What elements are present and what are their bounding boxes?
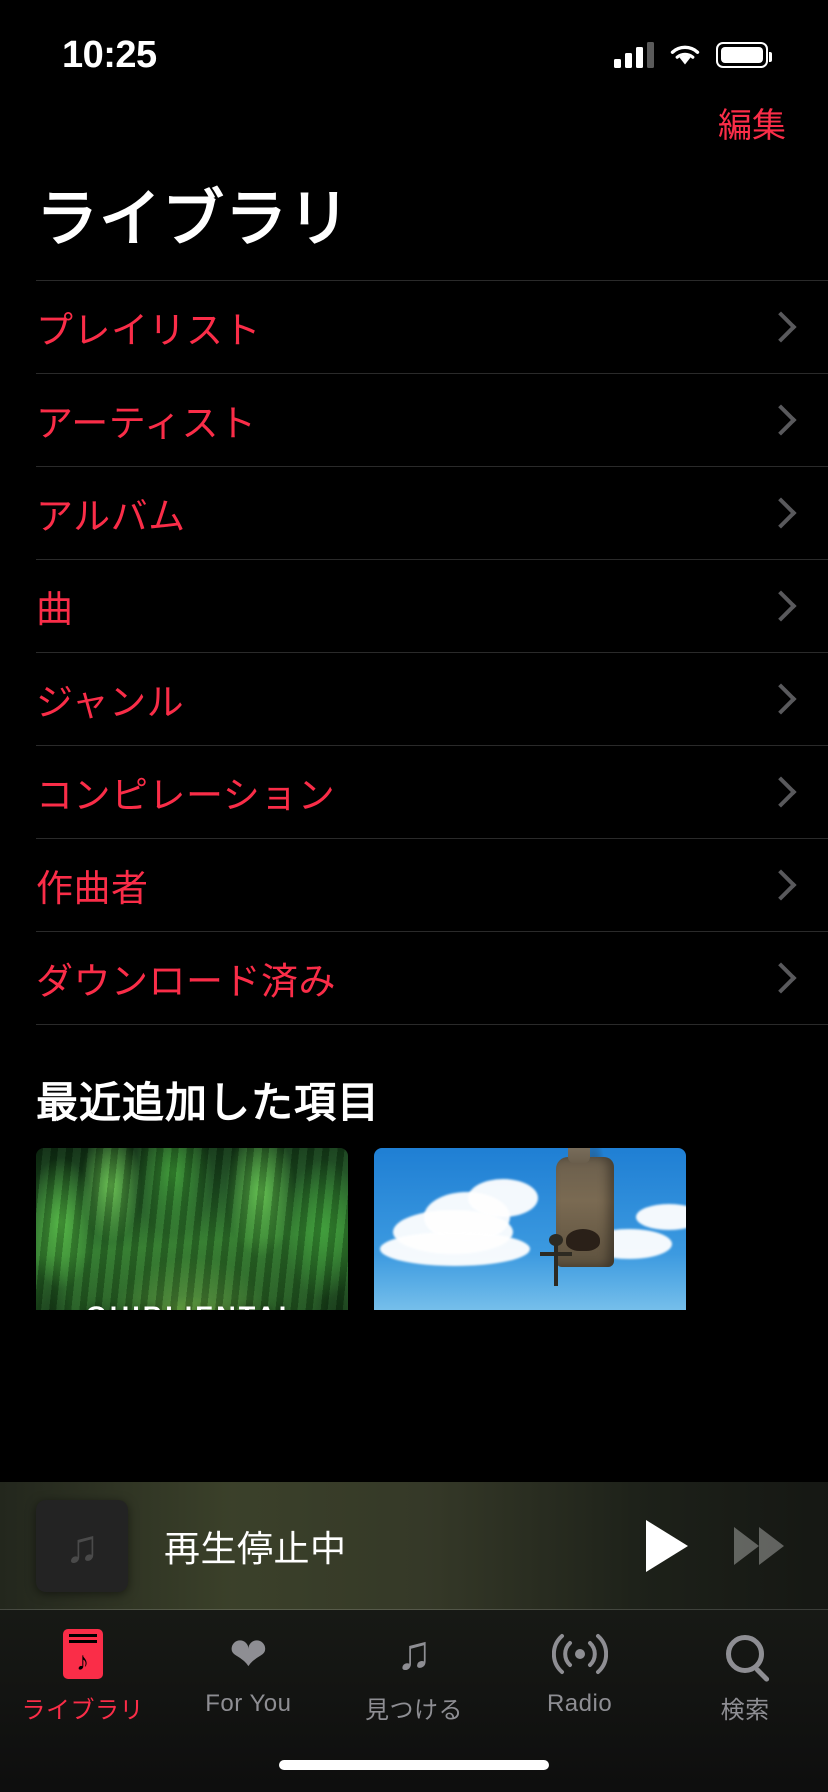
library-row-label: コンピレーション <box>36 775 336 816</box>
library-row-playlists[interactable]: プレイリスト <box>36 280 828 373</box>
library-row-label: ダウンロード済み <box>36 961 336 1002</box>
mini-player-controls <box>646 1519 784 1572</box>
tab-browse[interactable]: ♫ 見つける <box>331 1626 497 1725</box>
chevron-right-icon <box>768 868 788 902</box>
howls-moving-castle-album-art <box>374 1148 686 1310</box>
music-app-screen: 10:25 編集 ライブラリ プレイリスト アーティスト アルバム 曲 ジャンル… <box>0 0 828 1792</box>
tab-for-you[interactable]: ❤ For You <box>166 1626 332 1718</box>
library-row-composers[interactable]: 作曲者 <box>36 838 828 931</box>
album-card-ghibliental[interactable]: GHIBLIENTAL <box>36 1148 348 1310</box>
mini-player[interactable]: ♫ 再生停止中 <box>0 1482 828 1610</box>
music-note-icon: ♫ <box>64 1519 100 1572</box>
tab-bar: ♪ ライブラリ ❤ For You ♫ 見つける Radio 検索 <box>0 1610 828 1792</box>
library-row-artists[interactable]: アーティスト <box>36 373 828 466</box>
chevron-right-icon <box>768 589 788 623</box>
tab-label: Radio <box>546 1690 613 1717</box>
recently-added-title: 最近追加した項目 <box>36 1079 381 1126</box>
status-time: 10:25 <box>62 33 157 76</box>
chevron-right-icon <box>768 496 788 530</box>
scarecrow-icon <box>540 1233 573 1286</box>
tab-library[interactable]: ♪ ライブラリ <box>0 1626 166 1725</box>
library-row-label: アルバム <box>36 496 186 537</box>
tab-label: ライブラリ <box>21 1697 145 1724</box>
tab-radio[interactable]: Radio <box>497 1626 663 1718</box>
library-row-label: 曲 <box>36 589 74 630</box>
chevron-right-icon <box>768 775 788 809</box>
music-note-icon: ♫ <box>395 1627 432 1680</box>
tab-label: 検索 <box>720 1697 770 1724</box>
fast-forward-icon[interactable] <box>734 1526 784 1565</box>
page-title: ライブラリ <box>36 185 352 254</box>
library-row-compilations[interactable]: コンピレーション <box>36 745 828 838</box>
library-row-songs[interactable]: 曲 <box>36 559 828 652</box>
library-row-label: アーティスト <box>36 403 257 444</box>
mini-player-title: 再生停止中 <box>164 1527 347 1569</box>
library-category-list: プレイリスト アーティスト アルバム 曲 ジャンル コンピレーション 作曲者 ダ… <box>0 280 828 1025</box>
battery-icon <box>716 42 772 68</box>
library-row-label: プレイリスト <box>36 310 261 351</box>
chevron-right-icon <box>768 682 788 716</box>
library-row-label: ジャンル <box>36 682 185 723</box>
chevron-right-icon <box>768 961 788 995</box>
album-card-howls-moving-castle[interactable] <box>374 1148 686 1310</box>
library-icon: ♪ <box>62 1626 103 1682</box>
chevron-right-icon <box>768 310 788 344</box>
status-indicators <box>614 42 772 68</box>
cellular-signal-icon <box>614 42 654 68</box>
radio-waves-icon <box>551 1626 608 1682</box>
heart-icon: ❤ <box>229 1628 268 1680</box>
play-icon[interactable] <box>646 1519 688 1572</box>
wifi-icon <box>668 42 702 68</box>
edit-button[interactable]: 編集 <box>712 96 792 156</box>
mini-player-artwork[interactable]: ♫ <box>36 1499 128 1592</box>
tab-search[interactable]: 検索 <box>662 1626 828 1725</box>
library-row-albums[interactable]: アルバム <box>36 466 828 559</box>
chevron-right-icon <box>768 403 788 437</box>
album-art-title-text: GHIBLIENTAL <box>36 1301 348 1310</box>
tab-label: 見つける <box>364 1697 463 1724</box>
tab-label: For You <box>205 1690 292 1717</box>
library-scroll-view[interactable]: ライブラリ プレイリスト アーティスト アルバム 曲 ジャンル コンピレーション… <box>0 156 828 1310</box>
ghibliental-album-art <box>36 1148 348 1310</box>
search-icon <box>726 1626 765 1682</box>
library-row-label: 作曲者 <box>36 868 149 909</box>
status-bar: 10:25 <box>0 0 828 96</box>
library-row-downloaded[interactable]: ダウンロード済み <box>36 931 828 1024</box>
library-row-genres[interactable]: ジャンル <box>36 652 828 745</box>
home-indicator[interactable] <box>279 1760 549 1770</box>
recently-added-albums: GHIBLIENTAL <box>0 1148 828 1310</box>
